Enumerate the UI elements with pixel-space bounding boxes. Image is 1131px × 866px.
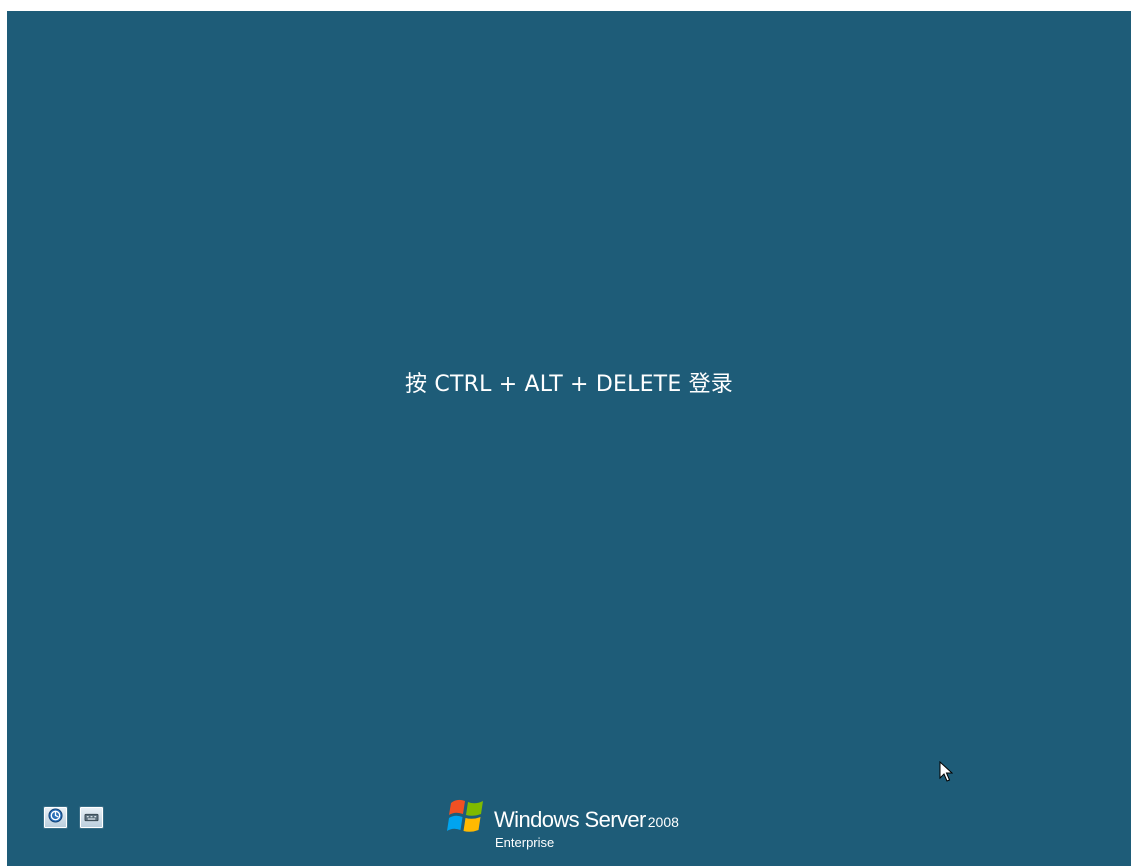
windows-server-branding: Windows Server 2008 Enterprise	[445, 789, 745, 859]
windows-flag-icon	[445, 795, 491, 841]
keyboard-icon	[84, 808, 99, 827]
ease-of-access-button[interactable]	[43, 806, 68, 829]
product-name-text: Windows Server	[494, 807, 646, 832]
logon-screen: 按 CTRL + ALT + DELETE 登录 Windows Server …	[7, 11, 1131, 866]
ctrl-alt-delete-prompt: 按 CTRL + ALT + DELETE 登录	[404, 372, 734, 397]
product-name: Windows Server 2008	[494, 807, 679, 833]
product-edition: Enterprise	[495, 835, 555, 850]
bottom-toolbar	[43, 806, 104, 829]
on-screen-keyboard-button[interactable]	[79, 806, 104, 829]
product-version: 2008	[647, 814, 679, 830]
ease-of-access-icon	[48, 808, 63, 827]
mouse-pointer-icon	[939, 760, 954, 787]
